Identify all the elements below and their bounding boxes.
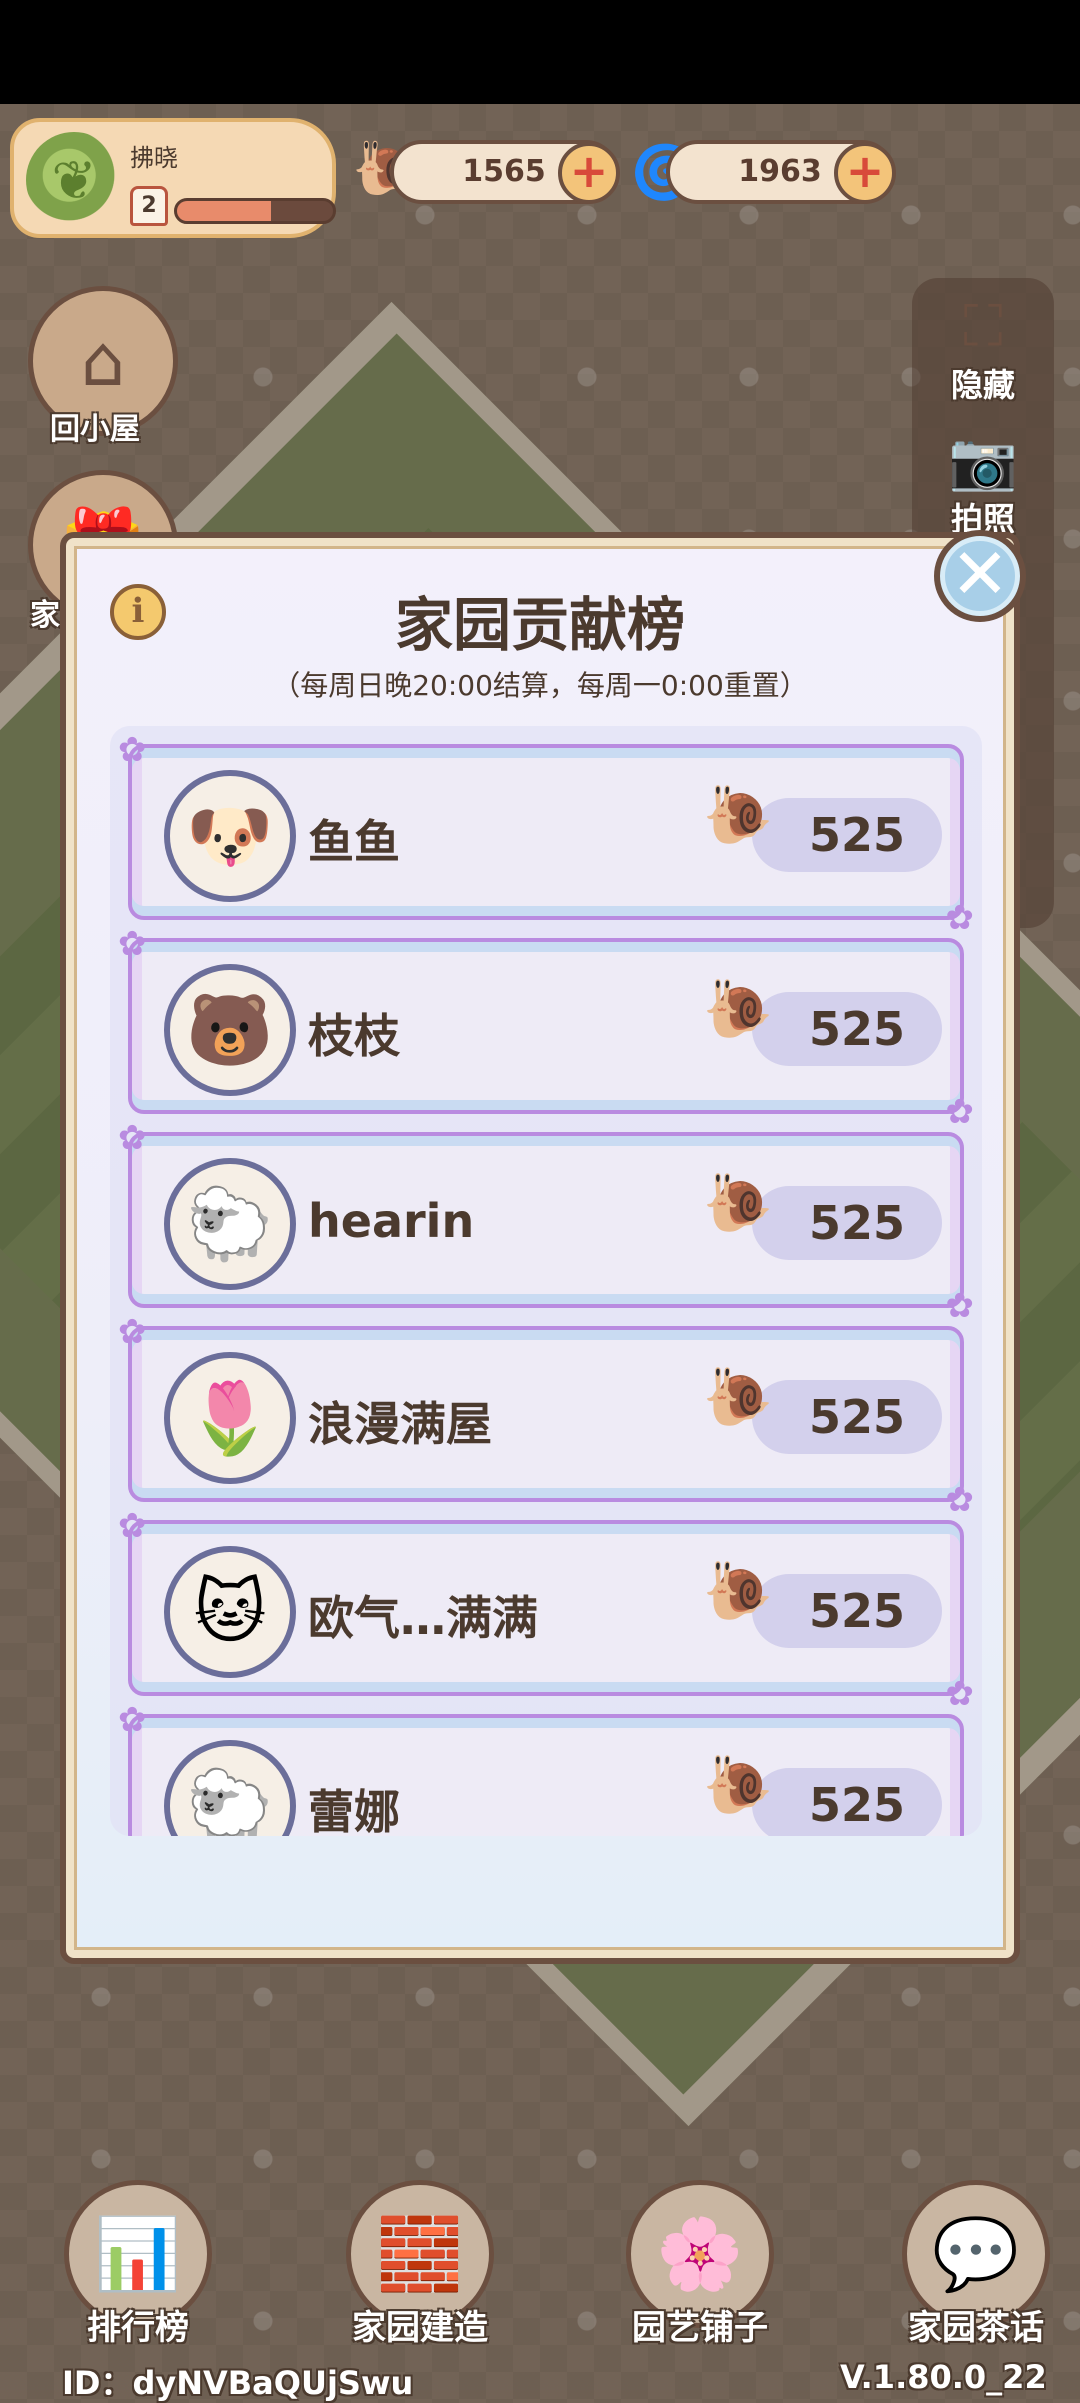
snail-coin-icon: 🐌 <box>703 783 773 848</box>
ranking-name: 浪漫满屋 <box>308 1397 492 1451</box>
hide-label: 隐藏 <box>950 366 1015 404</box>
ranking-list[interactable]: 🐶鱼鱼525🐌🐻枝枝525🐌🐑hearin525🐌🌷浪漫满屋525🐌🐱欧气…满满… <box>110 726 982 1836</box>
ranking-score: 525 <box>752 992 942 1066</box>
plant-avatar-icon: ❦ <box>26 132 122 228</box>
add-snail-button[interactable]: + <box>558 142 620 204</box>
ranking-name: 蕾娜 <box>308 1785 400 1836</box>
ranking-row[interactable]: 🐱欧气…满满 525🐌 <box>118 1506 974 1714</box>
camera-icon: 📷 <box>948 429 1018 494</box>
currency-snail: 1565 + <box>390 140 620 204</box>
player-profile[interactable]: ❦ 拂晓 2 <box>10 118 336 238</box>
nav-garden-shop[interactable]: 🌸 园艺铺子 <box>620 2180 780 2349</box>
house-icon: ⌂ <box>80 320 126 402</box>
snail-coin-icon: 🐌 <box>703 1171 773 1236</box>
hide-button[interactable]: ⛶ 隐藏 <box>912 294 1054 406</box>
sheep-avatar-icon[interactable]: 🐑 <box>164 1158 296 1290</box>
photo-button[interactable]: 📷 拍照 <box>912 428 1054 540</box>
close-icon: ✕ <box>950 533 1010 615</box>
gift-button-label: 家 <box>30 598 60 633</box>
nav-build[interactable]: 🧱 家园建造 <box>340 2180 500 2349</box>
ranking-score: 525 <box>752 1186 942 1260</box>
ranking-name: 鱼鱼 <box>308 815 400 869</box>
currency-snail-value: 1565 <box>462 154 546 189</box>
exp-bar-fill <box>177 201 271 221</box>
ranking-row[interactable]: 🐑hearin 525🐌 <box>118 1118 974 1326</box>
level-badge: 2 <box>130 186 168 226</box>
puppy-avatar-icon[interactable]: 🐶 <box>164 770 296 902</box>
snail-coin-icon: 🐌 <box>703 977 773 1042</box>
add-gem-button[interactable]: + <box>834 142 896 204</box>
ranking-name: hearin <box>308 1194 475 1248</box>
white-cat-avatar-icon[interactable]: 🐱 <box>164 1546 296 1678</box>
status-bar <box>0 0 1080 104</box>
bear-avatar-icon[interactable]: 🐻 <box>164 964 296 1096</box>
ranking-score: 525 <box>752 1574 942 1648</box>
nav-ranking[interactable]: 📊 排行榜 <box>58 2180 218 2349</box>
modal-subtitle: （每周日晚20:00结算，每周一0:00重置） <box>272 669 808 702</box>
nav-ranking-label: 排行榜 <box>87 2308 189 2348</box>
snail-coin-icon: 🐌 <box>703 1753 773 1818</box>
contribution-ranking-modal: i 家园贡献榜 （每周日晚20:00结算，每周一0:00重置） 🐶鱼鱼525🐌🐻… <box>60 532 1020 1964</box>
version-label: V.1.80.0_22 <box>840 2358 1047 2396</box>
player-name: 拂晓 <box>130 144 178 172</box>
modal-title: 家园贡献榜 <box>394 591 685 659</box>
snail-coin-icon: 🐌 <box>703 1365 773 1430</box>
close-button[interactable]: ✕ <box>934 530 1026 622</box>
ranking-name: 枝枝 <box>308 1009 400 1063</box>
currency-gem-value: 1963 <box>738 154 822 189</box>
nav-tea-chat-label: 家园茶话 <box>908 2308 1044 2348</box>
tulip-avatar-icon[interactable]: 🌷 <box>164 1352 296 1484</box>
player-id: ID：dyNVBaQUjSwu <box>62 2364 414 2402</box>
sheep-avatar-icon[interactable]: 🐑 <box>164 1740 296 1836</box>
ranking-row[interactable]: 🌷浪漫满屋 525🐌 <box>118 1312 974 1520</box>
currency-gem: 1963 + <box>666 140 896 204</box>
nav-garden-shop-label: 园艺铺子 <box>632 2308 768 2348</box>
ranking-row[interactable]: 🐶鱼鱼 525🐌 <box>118 730 974 938</box>
ranking-score: 525 <box>752 798 942 872</box>
ranking-row[interactable]: 🐑蕾娜 525🐌 <box>118 1700 964 1836</box>
ranking-name: 欧气…满满 <box>308 1591 538 1645</box>
snail-coin-icon: 🐌 <box>703 1559 773 1624</box>
nav-build-label: 家园建造 <box>352 2308 488 2348</box>
home-button-label: 回小屋 <box>50 412 140 447</box>
fullscreen-icon: ⛶ <box>963 294 1003 359</box>
exp-bar <box>174 198 336 224</box>
nav-tea-chat[interactable]: 💬 家园茶话 <box>896 2180 1056 2349</box>
ranking-score: 525 <box>752 1768 942 1836</box>
ranking-score: 525 <box>752 1380 942 1454</box>
ranking-row[interactable]: 🐻枝枝 525🐌 <box>118 924 974 1132</box>
